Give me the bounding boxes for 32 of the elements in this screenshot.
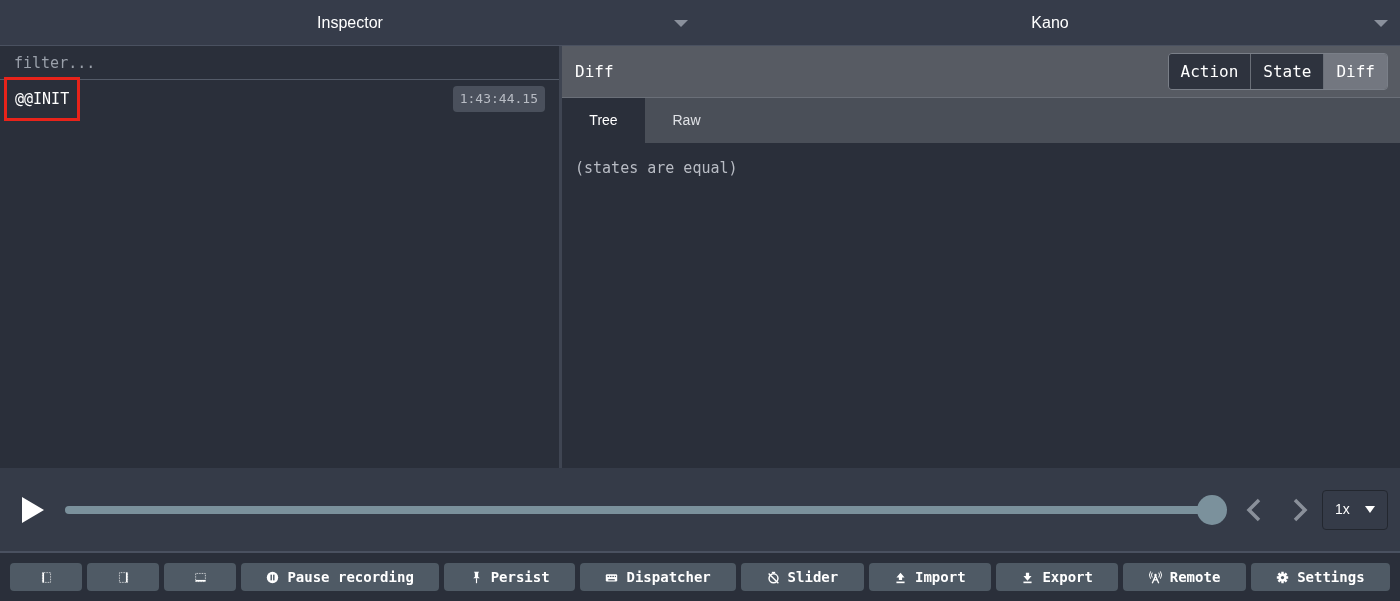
sidebar-left-icon: [39, 570, 53, 584]
toolbar-button[interactable]: Persist: [444, 563, 576, 591]
toolbar-button[interactable]: Slider: [741, 563, 864, 591]
speed-select[interactable]: 1x: [1322, 489, 1388, 530]
panel-bottom-icon: [193, 570, 207, 584]
toolbar-button[interactable]: Settings: [1250, 563, 1390, 591]
detail-title: Diff: [575, 60, 614, 83]
tab[interactable]: Tree: [562, 98, 645, 143]
timestamp: 1:43:44.15: [452, 86, 545, 112]
caret-icon: [1374, 20, 1388, 27]
empty-diff-message: (states are equal): [574, 158, 739, 179]
upload-icon: [894, 570, 907, 584]
toolbar-button[interactable]: Pause recording: [241, 563, 440, 591]
toolbar-button[interactable]: Import: [868, 563, 991, 591]
toolbar-button[interactable]: Export: [995, 563, 1119, 591]
toolbar-button[interactable]: Dispatcher: [580, 563, 737, 591]
pause-icon: [266, 570, 280, 584]
monitor-select[interactable]: Inspector: [0, 0, 700, 45]
slider-thumb[interactable]: [1197, 494, 1227, 525]
download-icon: [1021, 570, 1035, 584]
settings-icon: [1276, 570, 1290, 584]
monitor-select[interactable]: Kano: [700, 0, 1400, 45]
mode-button[interactable]: Action: [1168, 54, 1251, 89]
play-icon[interactable]: [20, 495, 46, 524]
stopwatch-off-icon: [766, 570, 780, 584]
caret-icon: [674, 20, 688, 27]
mode-button[interactable]: Diff: [1323, 54, 1387, 89]
sidebar-right-icon: [116, 570, 130, 584]
mode-button[interactable]: State: [1250, 54, 1324, 89]
toolbar-button[interactable]: Remote: [1123, 563, 1246, 591]
antenna-icon: [1148, 570, 1162, 584]
caret-icon: [1365, 506, 1375, 513]
